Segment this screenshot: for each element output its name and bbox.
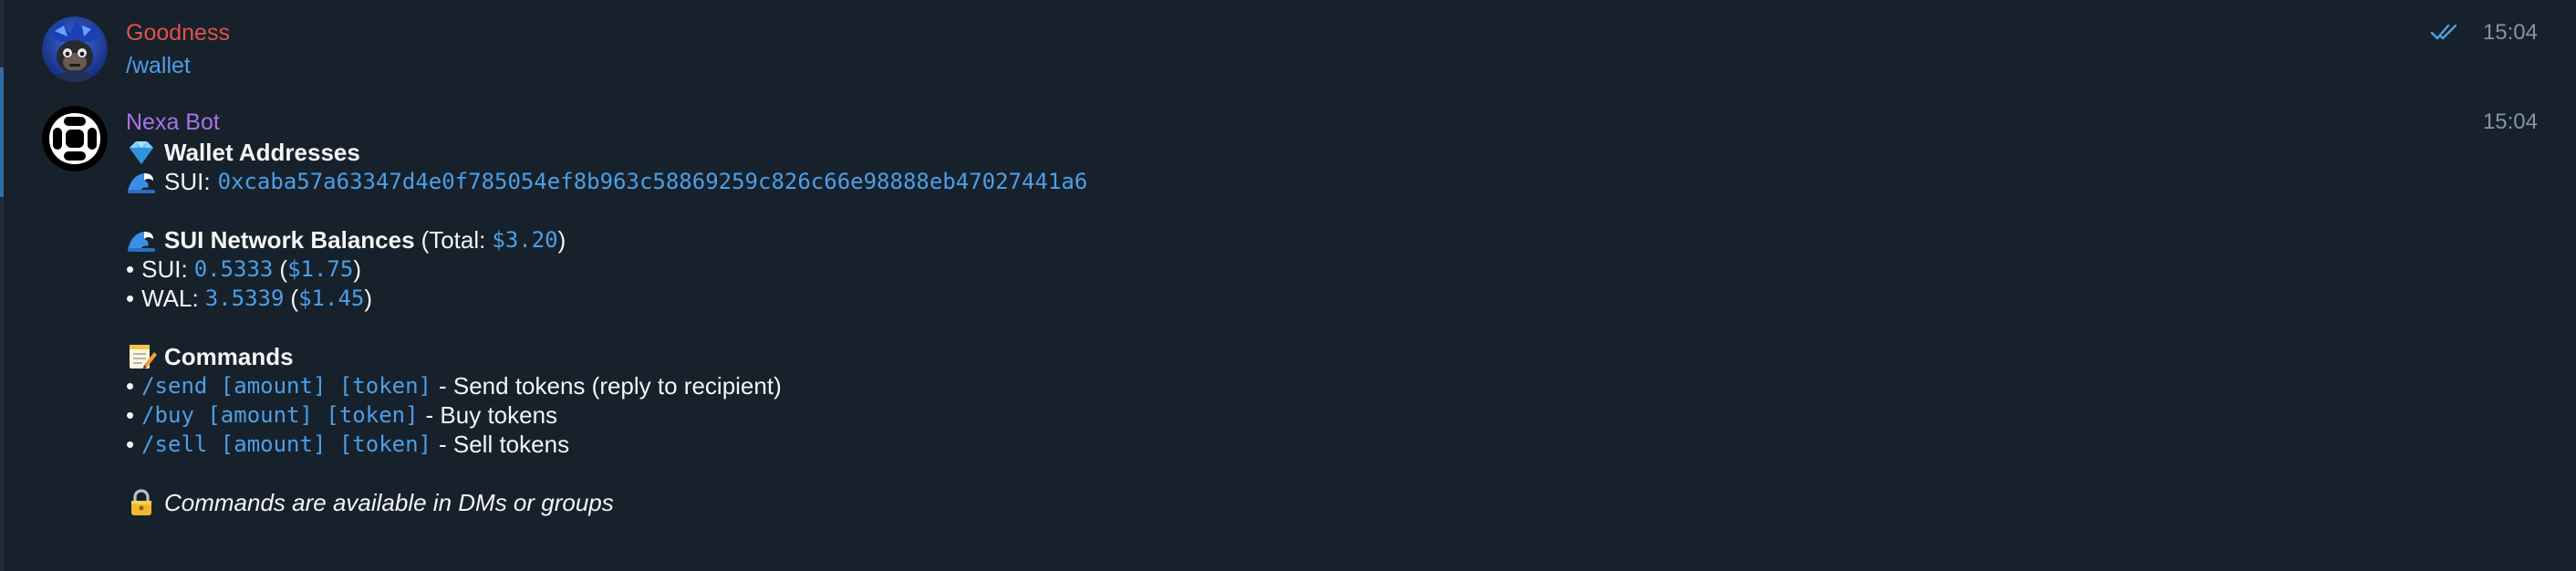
balance-usd[interactable]: $1.75 xyxy=(287,254,353,284)
balance-amount[interactable]: 3.5339 xyxy=(205,284,285,313)
command-link[interactable]: /send [amount] [token] xyxy=(141,371,431,400)
memo-icon xyxy=(130,345,157,369)
lock-icon xyxy=(131,489,151,515)
sui-address-line: SUI: 0xcaba57a63347d4e0f785054ef8b963c58… xyxy=(126,167,1087,196)
wallet-header-line: Wallet Addresses xyxy=(126,138,1087,167)
balance-token: WAL: xyxy=(141,285,199,312)
footer-note-line: Commands are available in DMs or groups xyxy=(126,488,1087,517)
command-description: - Sell tokens xyxy=(439,431,570,458)
message-nexa-bot[interactable]: Nexa Bot 15:04 Wallet Addresses SUI: 0xc… xyxy=(0,95,2576,571)
total-value[interactable]: $3.20 xyxy=(492,225,557,254)
wave-icon xyxy=(128,173,155,193)
command-row: • /buy [amount] [token] - Buy tokens xyxy=(126,400,558,430)
avatar-goodness[interactable] xyxy=(42,16,108,82)
command-row: • /sell [amount] [token] - Sell tokens xyxy=(126,430,570,459)
wallet-header: Wallet Addresses xyxy=(164,139,360,166)
balances-header-line: SUI Network Balances (Total: $3.20 ) xyxy=(126,225,1087,254)
message-goodness[interactable]: Goodness /wallet 15:04 xyxy=(0,0,2576,95)
balance-row: • WAL: 3.5339 ( $1.45 ) xyxy=(126,284,373,313)
command-description: - Send tokens (reply to recipient) xyxy=(439,372,782,400)
commands-header-line: Commands xyxy=(126,342,1087,371)
sender-name[interactable]: Goodness xyxy=(126,19,230,47)
total-suffix: ) xyxy=(557,226,566,254)
message-time: 15:04 xyxy=(2482,20,2538,45)
wave-icon xyxy=(128,232,155,252)
commands-header: Commands xyxy=(164,343,294,370)
sui-label: SUI: xyxy=(164,168,211,195)
balance-amount[interactable]: 0.5333 xyxy=(194,254,274,284)
message-text[interactable]: /wallet xyxy=(126,52,191,79)
balances-header: SUI Network Balances xyxy=(164,226,415,254)
sui-address[interactable]: 0xcaba57a63347d4e0f785054ef8b963c5886925… xyxy=(218,167,1088,196)
total-prefix: (Total: xyxy=(421,226,486,254)
message-time: 15:04 xyxy=(2482,109,2538,134)
message-body[interactable]: Wallet Addresses SUI: 0xcaba57a63347d4e0… xyxy=(126,138,1087,517)
command-link[interactable]: /buy [amount] [token] xyxy=(141,400,418,430)
command-link[interactable]: /sell [amount] [token] xyxy=(141,430,431,459)
balance-row: • SUI: 0.5333 ( $1.75 ) xyxy=(126,254,361,284)
balance-usd[interactable]: $1.45 xyxy=(298,284,364,313)
balance-token: SUI: xyxy=(141,255,188,283)
command-description: - Buy tokens xyxy=(425,401,558,429)
footer-note: Commands are available in DMs or groups xyxy=(164,489,614,516)
sender-name[interactable]: Nexa Bot xyxy=(126,109,220,136)
command-row: • /send [amount] [token] - Send tokens (… xyxy=(126,371,782,400)
double-check-icon xyxy=(2430,24,2457,40)
avatar-nexa-bot[interactable] xyxy=(42,106,108,171)
gem-icon xyxy=(130,141,153,164)
